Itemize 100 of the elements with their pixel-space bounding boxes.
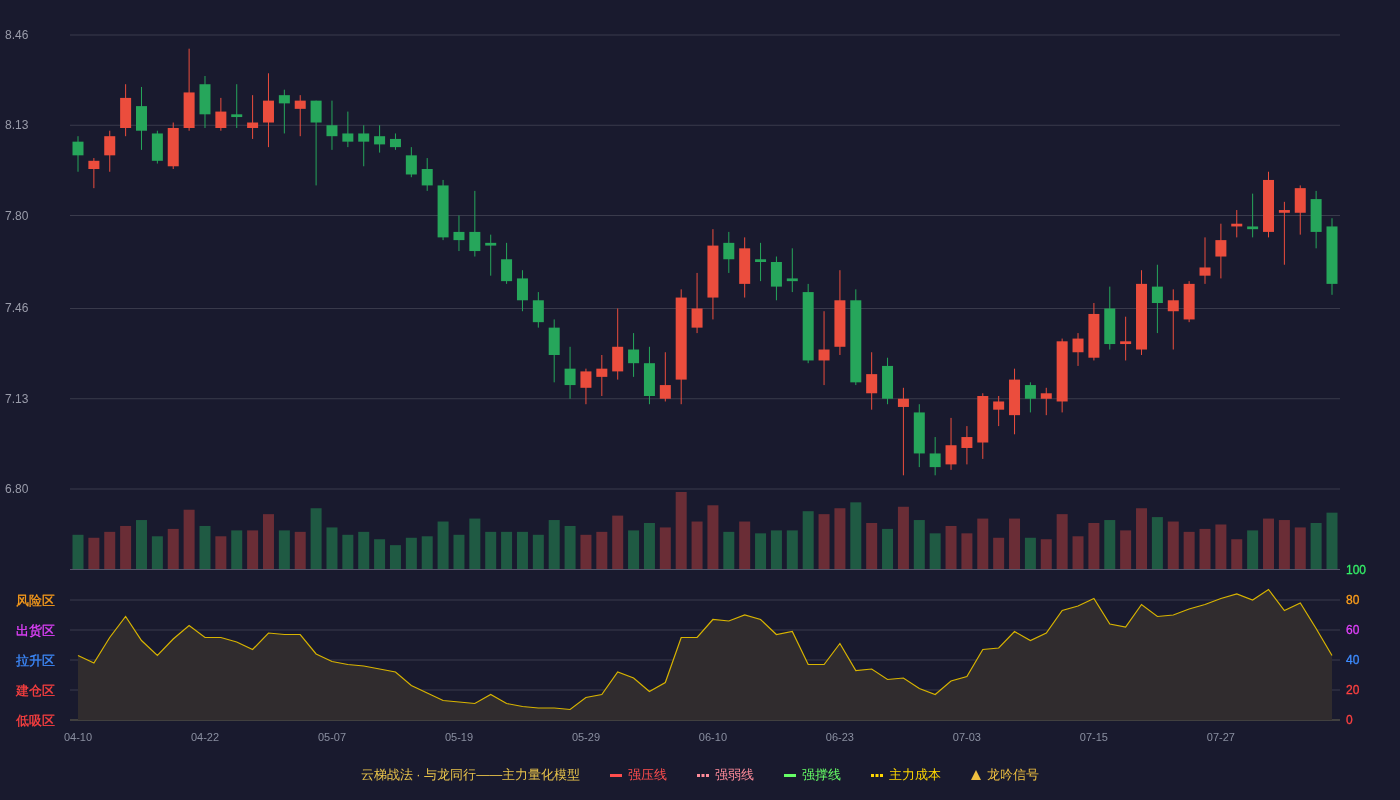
candlestick [215,97,227,132]
axis-label: 40 [1346,653,1360,667]
candlestick [469,190,481,258]
zone-label: 风险区 [16,593,55,608]
volume-bar [151,536,163,570]
candlestick [929,436,941,476]
legend-label: 龙吟信号 [987,766,1040,784]
volume-bar [1247,530,1259,570]
volume-bar [453,534,465,570]
volume-bar [199,525,211,570]
candlestick [596,354,608,397]
zone-label: 低吸区 [16,713,55,728]
volume-bar [136,520,147,570]
volume-bar [834,508,846,570]
candlestick [770,256,782,301]
volume-bar [1231,539,1243,570]
volume-bar [167,528,179,570]
volume-bar [358,531,370,570]
volume-bar [945,525,957,570]
volume-bar [374,539,386,570]
candlestick [564,346,576,400]
candlestick [88,157,100,189]
volume-bar [802,511,814,570]
candlestick [691,272,703,334]
volume-bar [913,520,925,570]
candlestick [643,346,655,405]
axis-label: 8.13 [5,118,29,133]
candlestick [120,83,132,137]
legend-label: 主力成本 [889,766,942,784]
candlestick [1120,316,1132,361]
candlestick [485,234,497,277]
axis-label: 06-23 [825,731,854,743]
legend-label: 强弱线 [715,766,755,784]
candlestick [1263,171,1274,238]
legend-label: 强撑线 [802,766,842,784]
candlestick [1024,381,1036,413]
candlestick [1040,387,1052,416]
volume-bar [1294,527,1306,570]
volume-bar [1167,521,1179,570]
volume-bar [564,525,576,570]
candlestick [945,417,957,471]
volume-bar [993,537,1005,570]
volume-bar [1104,520,1116,570]
volume-bar [707,505,719,570]
volume-bar [247,530,259,570]
axis-label: 80 [1346,593,1360,607]
axis-label: 05-07 [317,731,347,743]
volume-bar [405,537,417,570]
candlestick [866,351,878,411]
candlestick [1215,223,1227,279]
volume-bar [691,521,703,570]
volume-bar [1310,523,1322,570]
volume-bar [977,518,989,570]
volume-bar [183,509,195,570]
candlestick [1199,236,1211,285]
candlestick [723,231,735,274]
candlestick [1104,286,1116,350]
candlestick [1247,193,1259,238]
candlestick [1294,184,1306,236]
volume-bar [628,530,640,570]
volume-bar [1056,514,1068,570]
volume-bar [786,530,798,570]
candlestick [1088,302,1100,361]
candlestick [1151,264,1163,334]
candlestick [421,157,433,192]
axis-label: 7.46 [5,301,29,316]
zone-label: 建仓区 [16,683,55,698]
volume-bar [1040,539,1052,570]
volume-bar [215,536,227,570]
volume-bar [326,527,338,570]
candlestick [72,135,84,173]
axis-label: 100 [1346,563,1367,577]
axis-label: 0 [1346,713,1353,727]
candlestick [374,124,386,154]
volume-bar [469,518,481,570]
volume-bar [596,531,608,570]
candlestick [516,269,528,312]
axis-label: 07-15 [1079,731,1108,743]
axis-label: 06-10 [698,731,727,743]
candlestick [136,86,147,151]
volume-bar [1199,528,1211,570]
candlestick [913,403,925,468]
axis-label: 6.80 [5,482,29,496]
volume-bar [580,534,592,570]
volume-bar [88,537,100,570]
volume-bar [104,531,116,570]
volume-bar [897,506,909,570]
volume-bar [723,531,735,570]
axis-label: 8.46 [5,28,29,42]
axis-label: 07-03 [952,731,981,743]
volume-bar [659,527,671,570]
volume-bar [929,533,941,570]
candlestick [1009,368,1021,435]
volume-bar [342,534,354,570]
candlestick [786,247,798,293]
volume-bar [866,523,878,570]
axis-label: 20 [1346,683,1360,697]
volume-bar [548,520,560,570]
axis-label: 04-10 [63,731,93,743]
candlestick [659,351,671,402]
